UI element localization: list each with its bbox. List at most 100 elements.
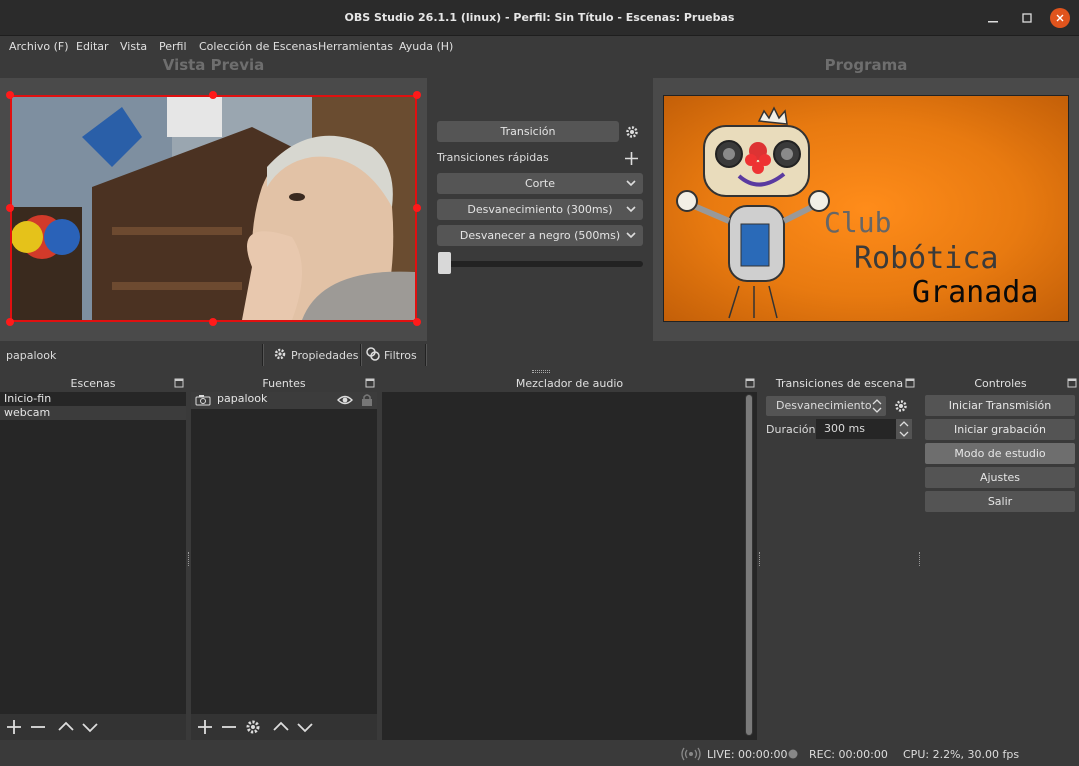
transform-handle[interactable]: [209, 91, 217, 99]
add-icon[interactable]: [624, 151, 639, 166]
visibility-eye-icon[interactable]: [337, 395, 353, 405]
settings-button[interactable]: Ajustes: [925, 467, 1075, 488]
logo-club: Club: [824, 206, 891, 239]
scrollbar-thumb[interactable]: [746, 395, 752, 735]
quick-transition-corte[interactable]: Corte: [437, 173, 643, 194]
splitter-handle[interactable]: [919, 552, 921, 566]
sources-dock-title: Fuentes: [191, 376, 377, 392]
remove-icon[interactable]: [220, 718, 238, 736]
transform-handle[interactable]: [413, 318, 421, 326]
start-recording-button[interactable]: Iniciar grabación: [925, 419, 1075, 440]
broadcast-icon: [681, 747, 701, 761]
gear-icon[interactable]: [893, 398, 909, 414]
menu-perfil[interactable]: Perfil: [159, 40, 187, 53]
move-down-icon[interactable]: [81, 718, 99, 736]
exit-button[interactable]: Salir: [925, 491, 1075, 512]
quick-transition-label: Desvanecimiento (300ms): [467, 203, 613, 216]
sources-toolbar: [191, 714, 377, 740]
menu-archivo[interactable]: Archivo (F): [9, 40, 69, 53]
remove-icon[interactable]: [29, 718, 47, 736]
duration-value: 300 ms: [824, 422, 865, 435]
transform-handle[interactable]: [6, 91, 14, 99]
transform-handle[interactable]: [209, 318, 217, 326]
scenes-dock: Escenas Inicio-fin webcam: [0, 376, 186, 740]
quick-transition-fade[interactable]: Desvanecimiento (300ms): [437, 199, 643, 220]
duration-stepper[interactable]: [896, 419, 912, 439]
menu-coleccion-escenas[interactable]: Colección de Escenas: [199, 40, 318, 53]
move-down-icon[interactable]: [296, 718, 314, 736]
menu-editar[interactable]: Editar: [76, 40, 109, 53]
program-output: Club Robótica Granada: [663, 95, 1069, 322]
lock-icon[interactable]: [361, 393, 373, 406]
window-title: OBS Studio 26.1.1 (linux) - Perfil: Sin …: [344, 11, 735, 24]
status-bar: LIVE: 00:00:00 REC: 00:00:00 CPU: 2.2%, …: [0, 742, 1079, 766]
undock-icon[interactable]: [1067, 378, 1077, 388]
duration-input[interactable]: 300 ms: [816, 419, 896, 439]
rec-timer: REC: 00:00:00: [809, 748, 888, 761]
transform-handle[interactable]: [413, 91, 421, 99]
maximize-icon[interactable]: [1017, 8, 1037, 28]
webcam-preview[interactable]: [10, 95, 417, 322]
mixer-scrollbar[interactable]: [745, 394, 753, 736]
controls-dock-title: Controles: [922, 376, 1079, 392]
separator: [360, 344, 362, 366]
logo-granada: Granada: [912, 275, 1038, 310]
stepper-arrows-icon: [899, 421, 909, 437]
transform-handle[interactable]: [6, 318, 14, 326]
add-icon[interactable]: [5, 718, 23, 736]
quick-transition-fade-black[interactable]: Desvanecer a negro (500ms): [437, 225, 643, 246]
scene-item-selected[interactable]: webcam: [0, 406, 186, 420]
minimize-icon[interactable]: [983, 8, 1003, 28]
undock-icon[interactable]: [745, 378, 755, 388]
add-icon[interactable]: [196, 718, 214, 736]
properties-button[interactable]: Propiedades: [273, 346, 358, 364]
splitter-handle[interactable]: [188, 552, 190, 566]
scene-transitions-dock: Transiciones de escena Desvanecimiento D…: [762, 376, 917, 740]
filter-icon: [366, 346, 380, 364]
scene-transitions-dock-title: Transiciones de escena: [762, 376, 917, 392]
transform-handle[interactable]: [6, 204, 14, 212]
quick-transition-label: Corte: [524, 177, 555, 190]
gear-icon[interactable]: [624, 124, 640, 140]
quick-transitions-label: Transiciones rápidas: [437, 151, 549, 164]
start-streaming-button[interactable]: Iniciar Transmisión: [925, 395, 1075, 416]
audio-mixer-dock: Mezclador de audio: [382, 376, 757, 740]
filters-button[interactable]: Filtros: [366, 346, 417, 364]
transition-select[interactable]: Desvanecimiento: [766, 396, 886, 416]
menu-herramientas[interactable]: Herramientas: [318, 40, 393, 53]
quick-transition-label: Desvanecer a negro (500ms): [459, 229, 621, 242]
undock-icon[interactable]: [174, 378, 184, 388]
menu-ayuda[interactable]: Ayuda (H): [399, 40, 453, 53]
gear-icon[interactable]: [244, 718, 262, 736]
undock-icon[interactable]: [905, 378, 915, 388]
transition-button[interactable]: Transición: [437, 121, 619, 142]
tbar-handle[interactable]: [438, 252, 451, 274]
tbar-track[interactable]: [439, 261, 643, 267]
up-down-arrows-icon: [872, 399, 882, 413]
move-up-icon[interactable]: [272, 718, 290, 736]
studio-mode-button[interactable]: Modo de estudio: [925, 443, 1075, 464]
preview-label: Vista Previa: [162, 56, 265, 74]
close-icon[interactable]: [1050, 8, 1070, 28]
cpu-fps: CPU: 2.2%, 30.00 fps: [903, 748, 1020, 761]
separator: [425, 344, 427, 366]
scenes-dock-title: Escenas: [0, 376, 186, 392]
splitter-handle[interactable]: [532, 370, 550, 373]
duration-label: Duración: [766, 423, 816, 436]
menu-vista[interactable]: Vista: [120, 40, 147, 53]
splitter-handle[interactable]: [759, 552, 761, 566]
sources-dock: Fuentes papalook: [191, 376, 377, 740]
properties-label: Propiedades: [291, 348, 359, 362]
source-item[interactable]: papalook: [191, 392, 377, 409]
chevron-down-icon: [625, 177, 637, 192]
webcam-image: [12, 97, 415, 320]
scene-item[interactable]: Inicio-fin: [0, 392, 186, 406]
move-up-icon[interactable]: [57, 718, 75, 736]
record-icon: [788, 749, 798, 759]
undock-icon[interactable]: [365, 378, 375, 388]
mixer-dock-title: Mezclador de audio: [382, 376, 757, 392]
transition-select-value: Desvanecimiento: [776, 399, 872, 412]
title-bar: OBS Studio 26.1.1 (linux) - Perfil: Sin …: [0, 0, 1079, 36]
transform-handle[interactable]: [413, 204, 421, 212]
selected-source-label: papalook: [6, 349, 57, 362]
